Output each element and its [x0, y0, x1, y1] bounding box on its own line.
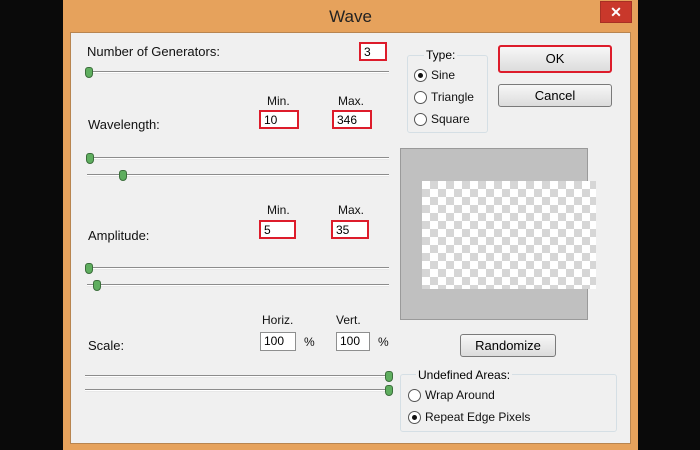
scale-vert-input[interactable]: 100	[336, 332, 370, 351]
scale-horiz-slider-thumb[interactable]	[385, 371, 393, 382]
scale-vert-percent: %	[378, 335, 389, 349]
repeat-edge-pixels-radio[interactable]	[408, 411, 421, 424]
amplitude-max-input[interactable]: 35	[331, 220, 369, 239]
wavelength-min-label: Min.	[267, 94, 290, 108]
wavelength-min-slider-track[interactable]	[87, 157, 389, 160]
scale-label: Scale:	[88, 338, 125, 353]
amplitude-max-slider-thumb[interactable]	[93, 280, 101, 291]
amplitude-label: Amplitude:	[88, 228, 150, 243]
scale-horiz-slider-track[interactable]	[85, 375, 389, 378]
amplitude-max-label: Max.	[338, 203, 365, 217]
wavelength-max-slider-thumb[interactable]	[119, 170, 127, 181]
amplitude-max-slider-track[interactable]	[87, 284, 389, 287]
type-square-radio[interactable]	[414, 113, 427, 126]
amplitude-min-slider-track[interactable]	[87, 267, 389, 270]
type-legend: Type:	[424, 48, 458, 62]
scale-horiz-input[interactable]: 100	[260, 332, 296, 351]
scale-vert-slider-thumb[interactable]	[385, 385, 393, 396]
randomize-button[interactable]: Randomize	[460, 334, 556, 357]
scale-vert-slider-track[interactable]	[85, 389, 389, 392]
scale-horiz-percent: %	[304, 335, 315, 349]
wrap-around-label[interactable]: Wrap Around	[425, 388, 495, 402]
preview-image	[422, 181, 596, 289]
cancel-button[interactable]: Cancel	[498, 84, 612, 107]
type-sine-label[interactable]: Sine	[431, 68, 455, 82]
repeat-edge-pixels-label[interactable]: Repeat Edge Pixels	[425, 410, 530, 424]
type-triangle-radio[interactable]	[414, 91, 427, 104]
generators-label: Number of Generators:	[87, 44, 220, 59]
wavelength-max-input[interactable]: 346	[332, 110, 372, 129]
type-triangle-label[interactable]: Triangle	[431, 90, 474, 104]
dialog-content: Number of Generators: 3 Min. Max. Wavele…	[0, 0, 700, 450]
type-square-label[interactable]: Square	[431, 112, 470, 126]
wavelength-max-slider-track[interactable]	[87, 174, 389, 177]
scale-vert-label: Vert.	[336, 313, 361, 327]
amplitude-min-slider-thumb[interactable]	[85, 263, 93, 274]
ok-button[interactable]: OK	[498, 45, 612, 73]
generators-slider-track[interactable]	[87, 71, 389, 74]
wavelength-max-label: Max.	[338, 94, 365, 108]
wavelength-label: Wavelength:	[88, 117, 160, 132]
wavelength-min-input[interactable]: 10	[259, 110, 299, 129]
wavelength-min-slider-thumb[interactable]	[86, 153, 94, 164]
amplitude-min-input[interactable]: 5	[259, 220, 296, 239]
generators-input[interactable]: 3	[359, 42, 387, 61]
type-sine-radio[interactable]	[414, 69, 427, 82]
wrap-around-radio[interactable]	[408, 389, 421, 402]
scale-horiz-label: Horiz.	[262, 313, 294, 327]
amplitude-min-label: Min.	[267, 203, 290, 217]
generators-slider-thumb[interactable]	[85, 67, 93, 78]
undefined-areas-legend: Undefined Areas:	[416, 368, 513, 382]
